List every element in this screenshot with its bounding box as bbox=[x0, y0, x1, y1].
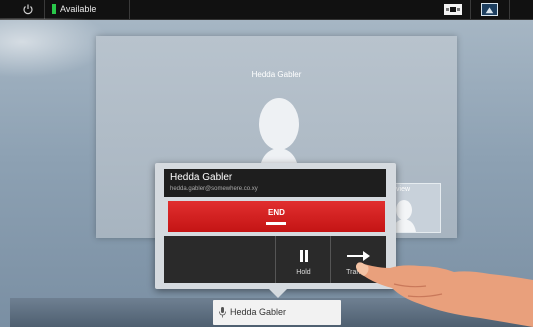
divider bbox=[470, 0, 471, 19]
remote-participant-name: Hedda Gabler bbox=[251, 70, 302, 79]
end-call-label: END bbox=[268, 208, 285, 217]
divider bbox=[44, 0, 45, 19]
layout-icon[interactable] bbox=[444, 4, 462, 15]
call-pill[interactable]: Hedda Gabler bbox=[213, 300, 341, 325]
hold-label: Hold bbox=[296, 269, 311, 276]
microphone-icon bbox=[219, 307, 226, 318]
pause-icon bbox=[300, 250, 308, 262]
end-call-bar bbox=[266, 222, 286, 225]
availability-indicator bbox=[52, 4, 56, 14]
call-pill-name: Hedda Gabler bbox=[230, 307, 287, 317]
popup-pointer bbox=[268, 288, 288, 298]
background-glare bbox=[0, 18, 110, 78]
popup-header: Hedda Gabler hedda.gabler@somewhere.co.x… bbox=[164, 169, 386, 197]
pointing-hand bbox=[356, 262, 533, 327]
popup-caller-address: hedda.gabler@somewhere.co.xy bbox=[170, 186, 258, 192]
divider bbox=[509, 0, 510, 19]
divider bbox=[129, 0, 130, 19]
selfview-icon[interactable] bbox=[481, 3, 498, 16]
availability-status[interactable]: Available bbox=[60, 3, 96, 15]
popup-caller-name: Hedda Gabler bbox=[170, 172, 233, 183]
end-call-button[interactable]: END bbox=[168, 201, 385, 232]
hold-button[interactable]: Hold bbox=[275, 236, 331, 283]
power-icon[interactable] bbox=[22, 3, 34, 15]
top-status-bar: Available bbox=[0, 0, 533, 20]
